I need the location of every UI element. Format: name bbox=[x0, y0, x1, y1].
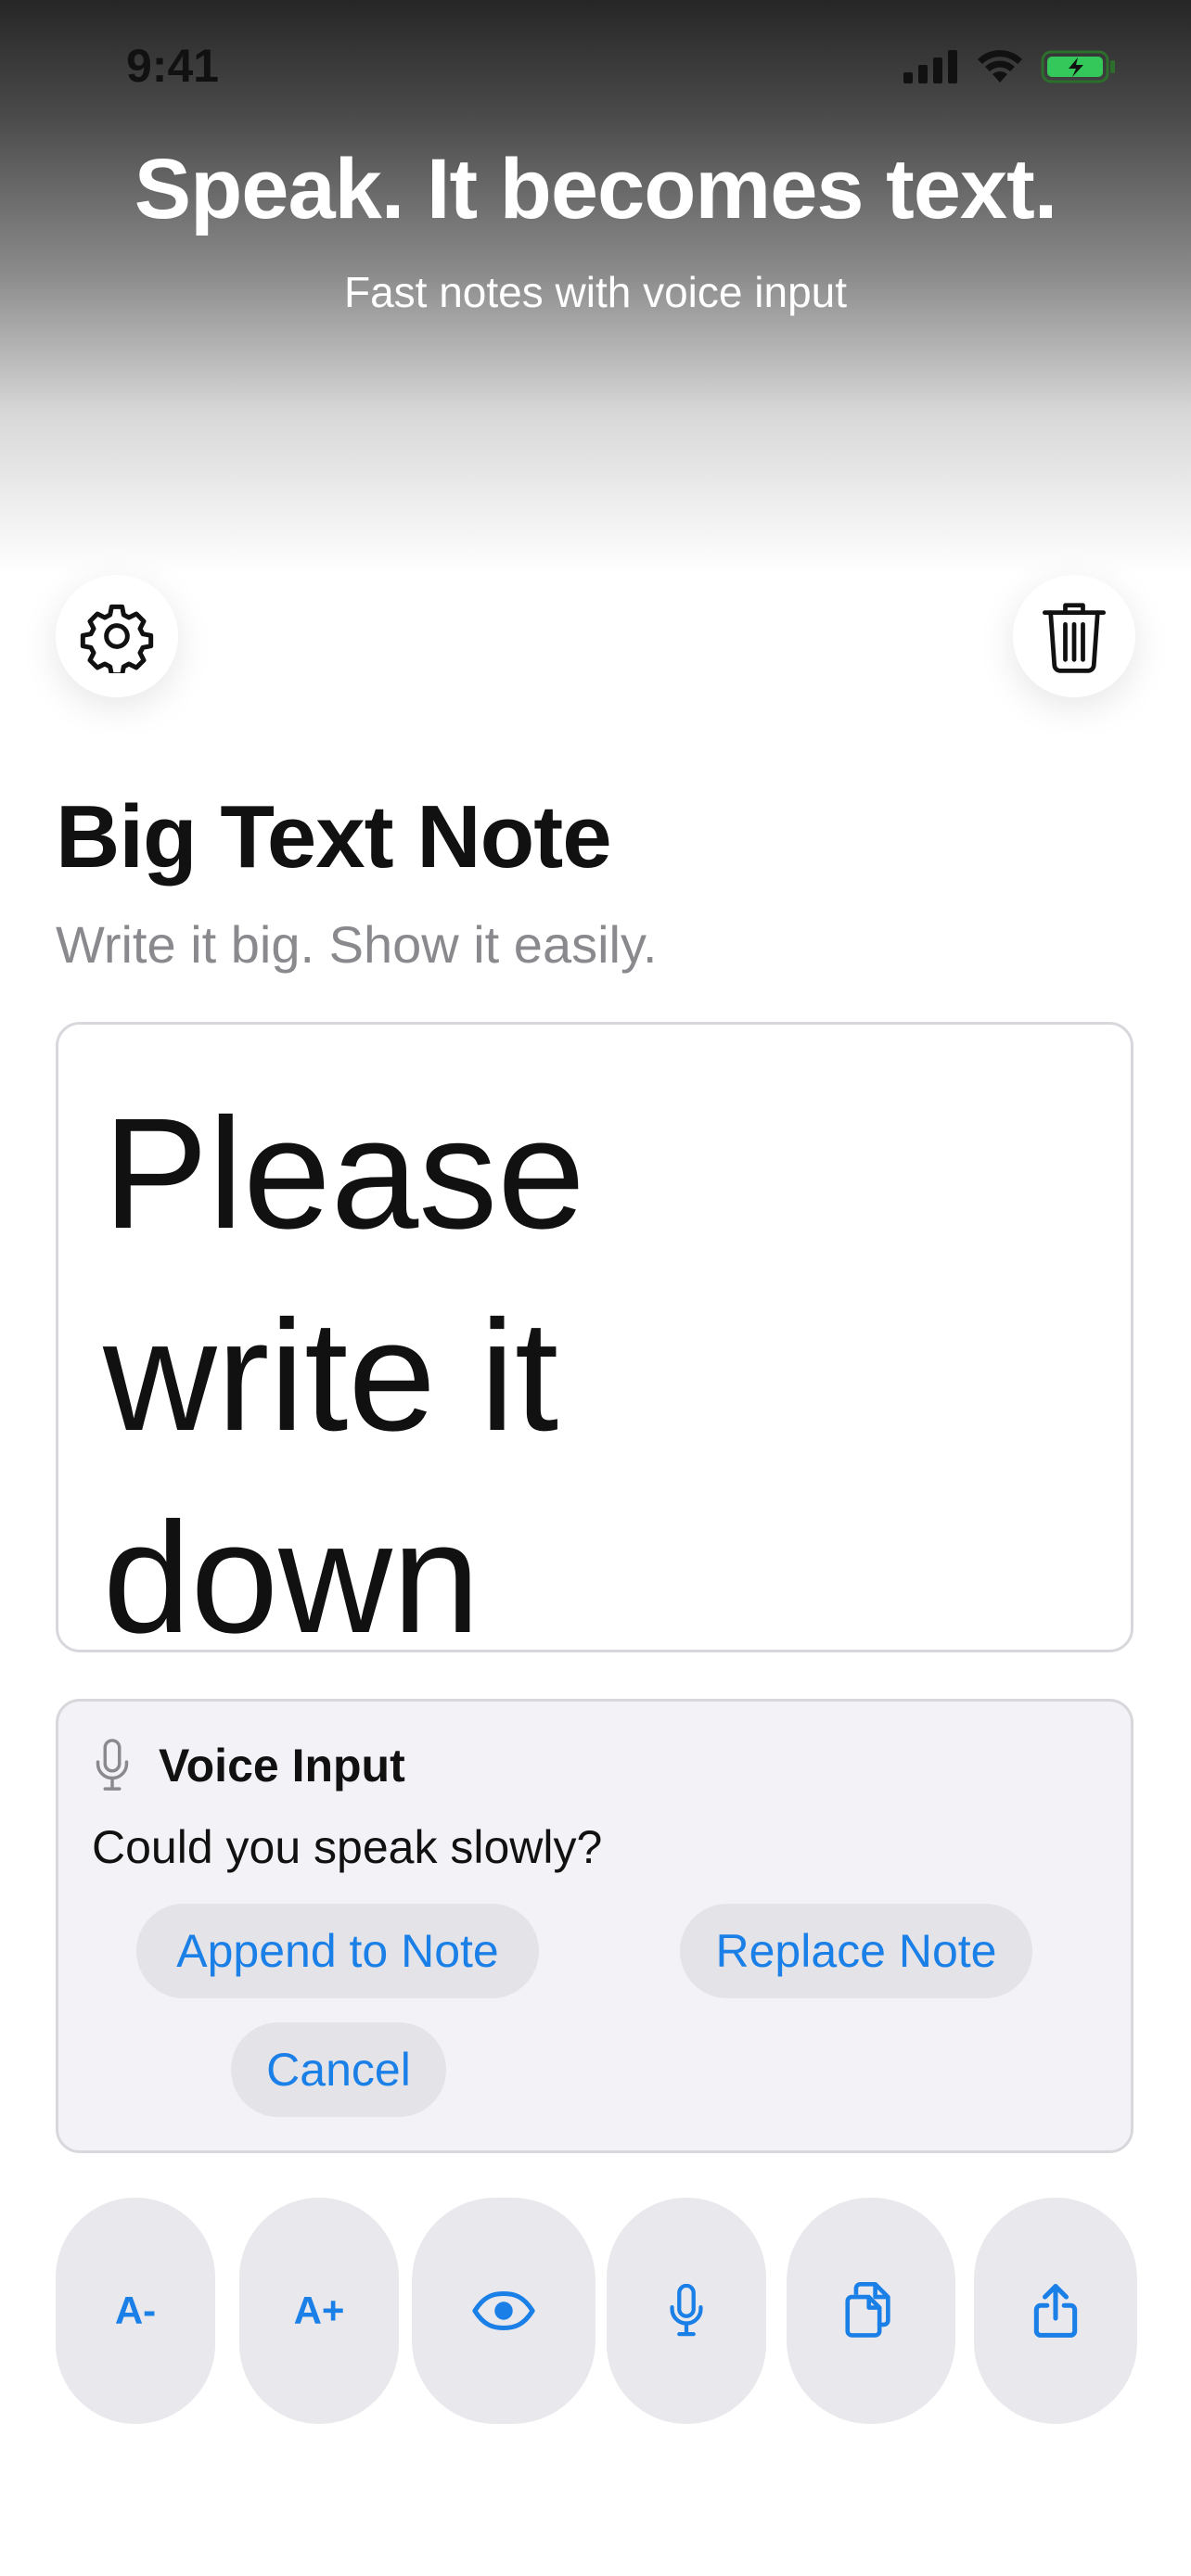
eye-icon bbox=[472, 2291, 535, 2331]
status-time: 9:41 bbox=[126, 40, 220, 92]
app-subtitle: Write it big. Show it easily. bbox=[56, 915, 658, 974]
battery-icon bbox=[1041, 50, 1115, 83]
microphone-icon bbox=[96, 1739, 129, 1791]
voice-transcript: Could you speak slowly? bbox=[92, 1821, 603, 1873]
note-text: Please write it down bbox=[103, 1086, 585, 1652]
preview-button[interactable] bbox=[412, 2198, 596, 2424]
status-bar: 9:41 bbox=[0, 0, 1191, 139]
increase-font-button[interactable]: A+ bbox=[239, 2198, 399, 2424]
delete-button[interactable] bbox=[1013, 575, 1135, 697]
decrease-font-label: A- bbox=[114, 2289, 157, 2332]
trash-icon bbox=[1042, 603, 1107, 673]
copy-icon bbox=[845, 2282, 890, 2338]
voice-input-panel: Voice Input Could you speak slowly? Appe… bbox=[56, 1699, 1133, 2153]
cancel-button[interactable]: Cancel bbox=[231, 2022, 446, 2117]
copy-button[interactable] bbox=[787, 2198, 955, 2424]
app-title: Big Text Note bbox=[56, 787, 612, 886]
gear-icon bbox=[80, 604, 154, 673]
replace-note-button[interactable]: Replace Note bbox=[680, 1904, 1032, 1998]
voice-input-header: Voice Input bbox=[94, 1739, 405, 1792]
microphone-icon bbox=[670, 2284, 703, 2337]
status-icons bbox=[903, 48, 1117, 85]
voice-input-title: Voice Input bbox=[159, 1740, 405, 1792]
hero-subtitle: Fast notes with voice input bbox=[343, 268, 848, 316]
share-icon bbox=[1033, 2284, 1078, 2338]
increase-font-label: A+ bbox=[293, 2289, 345, 2332]
share-button[interactable] bbox=[974, 2198, 1137, 2424]
wifi-icon bbox=[978, 50, 1022, 83]
signal-icon bbox=[903, 50, 957, 83]
append-to-note-button[interactable]: Append to Note bbox=[136, 1904, 539, 1998]
settings-button[interactable] bbox=[56, 575, 178, 697]
note-text-area[interactable]: Please write it down bbox=[56, 1022, 1133, 1652]
decrease-font-button[interactable]: A- bbox=[56, 2198, 215, 2424]
voice-input-button[interactable] bbox=[607, 2198, 766, 2424]
hero-title: Speak. It becomes text. bbox=[134, 142, 1058, 236]
